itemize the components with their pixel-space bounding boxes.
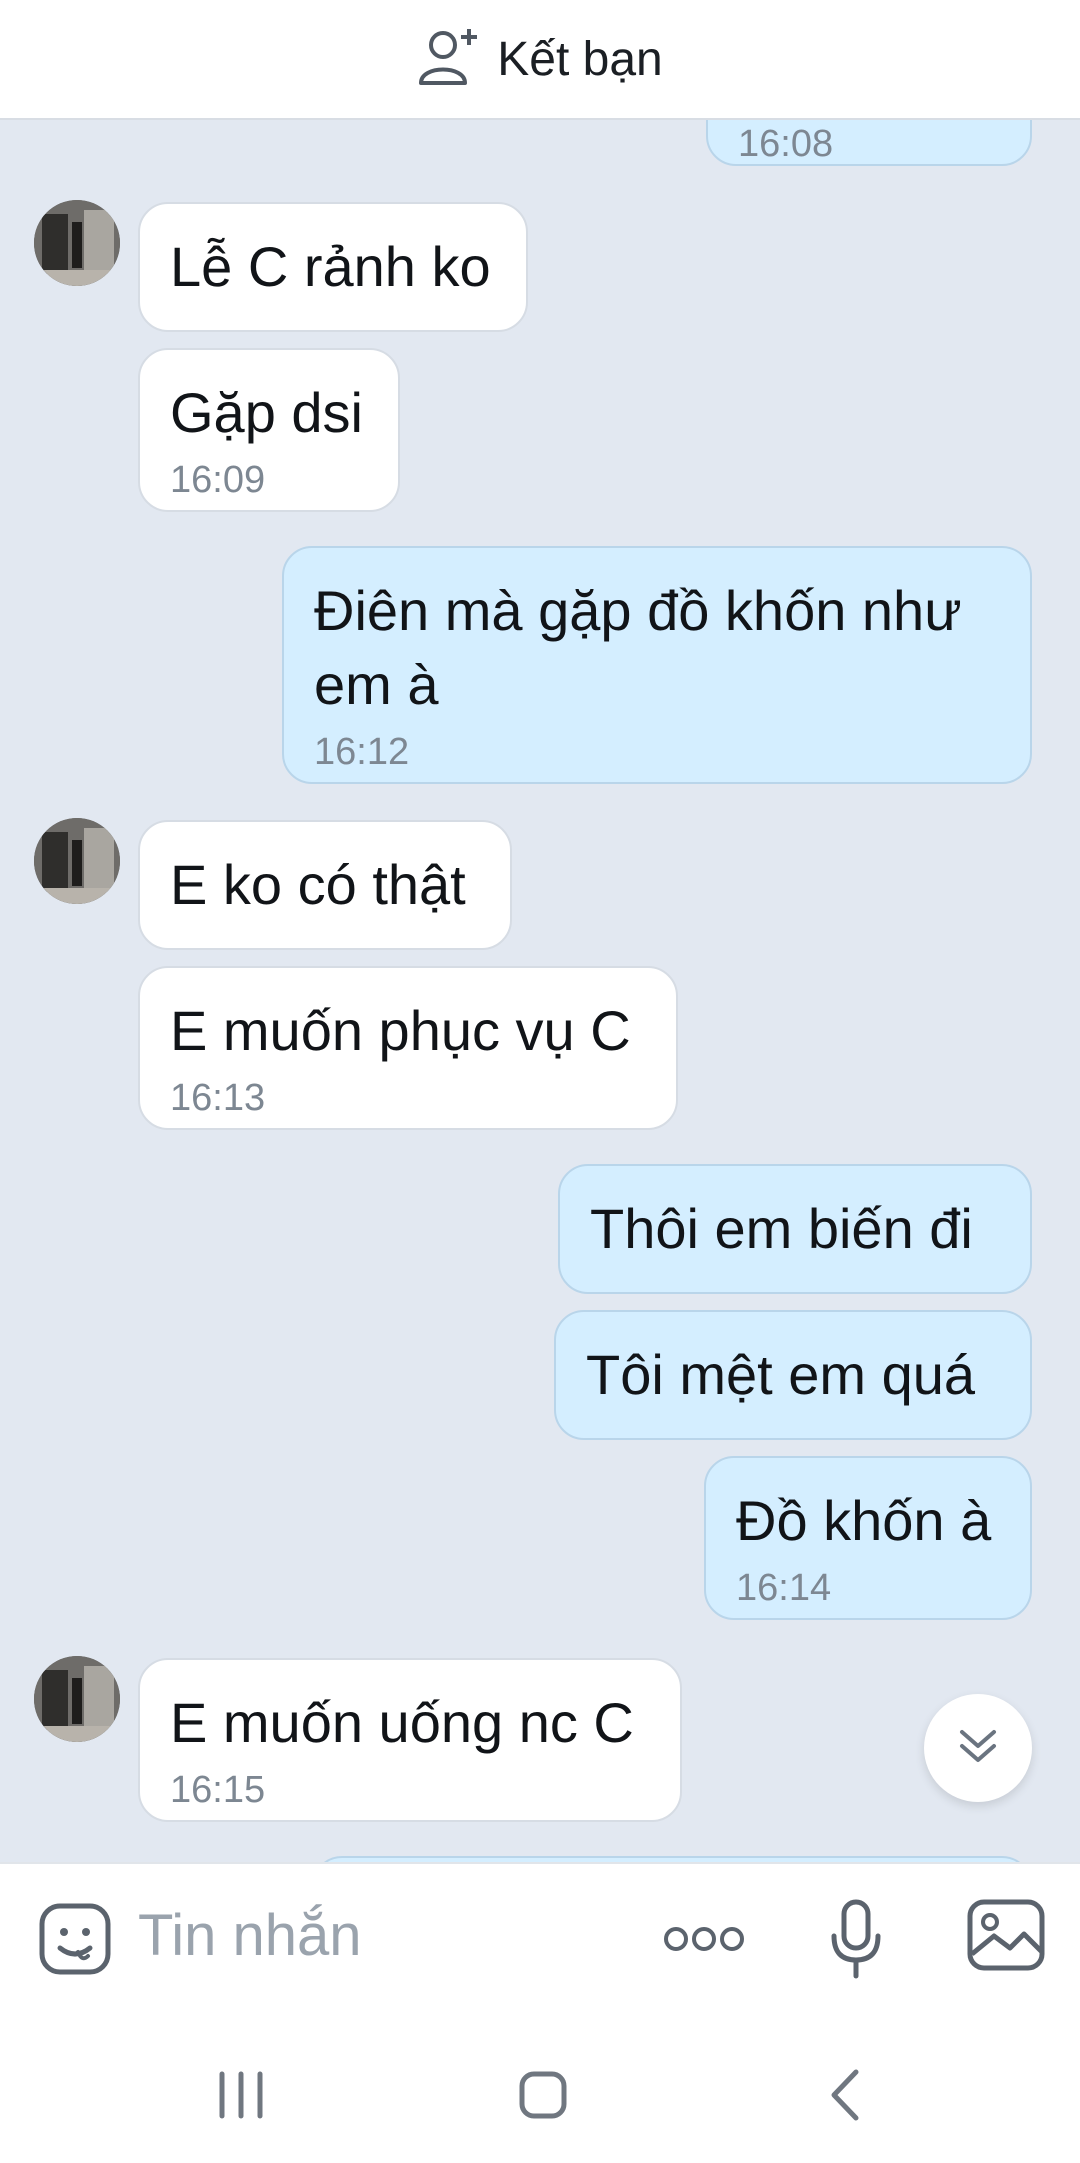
add-friend-icon [417, 25, 481, 94]
message-bubble-outgoing[interactable]: 16:08 [706, 120, 1032, 166]
message-bubble-incoming[interactable]: Gặp dsi 16:09 [138, 348, 400, 512]
message-text: Đồ khốn à [736, 1489, 992, 1552]
message-time: 16:08 [738, 123, 834, 165]
message-time: 16:15 [170, 1769, 266, 1811]
message-bubble-outgoing[interactable]: Tôi mệt em quá [554, 1310, 1032, 1440]
message-list[interactable]: 16:08 Lễ C rảnh ko Gặp dsi 16:09 Điên mà… [0, 120, 1080, 1862]
message-text: E muốn uống nc C [170, 1691, 634, 1754]
microphone-icon[interactable] [828, 1898, 884, 1985]
message-bubble-incoming[interactable]: E muốn uống nc C 16:15 [138, 1658, 682, 1822]
message-time: 16:14 [736, 1567, 832, 1609]
double-chevron-down-icon [956, 1724, 1000, 1773]
more-icon[interactable] [662, 1924, 746, 1959]
add-friend-button[interactable]: Kết bạn [417, 25, 663, 94]
message-bubble-outgoing[interactable]: Đồ khốn à 16:14 [704, 1456, 1032, 1620]
message-text: Gặp dsi [170, 381, 363, 444]
recent-apps-icon[interactable] [216, 2070, 266, 2125]
chat-header: Kết bạn [0, 0, 1080, 120]
message-text: E ko có thật [170, 853, 466, 916]
message-input[interactable]: Tin nhắn [138, 1902, 362, 1969]
system-navigation-bar [0, 2012, 1080, 2163]
add-friend-label: Kết bạn [497, 32, 663, 86]
emoji-icon[interactable] [38, 1902, 112, 1981]
avatar[interactable] [34, 200, 120, 286]
avatar[interactable] [34, 1656, 120, 1742]
message-time: 16:12 [314, 731, 410, 773]
message-time: 16:13 [170, 1077, 266, 1119]
avatar[interactable] [34, 818, 120, 904]
message-bubble-incoming[interactable]: E muốn phục vụ C 16:13 [138, 966, 678, 1130]
message-bubble-outgoing[interactable]: Thôi em biến đi [558, 1164, 1032, 1294]
image-icon[interactable] [966, 1898, 1046, 1979]
message-time: 16:09 [170, 459, 266, 501]
home-icon[interactable] [518, 2070, 568, 2125]
message-composer: Tin nhắn [0, 1862, 1080, 2014]
message-text: Điên mà gặp đồ khốn như em à [314, 579, 962, 716]
message-bubble-outgoing[interactable]: Điên mà gặp đồ khốn như em à 16:12 [282, 546, 1032, 784]
message-text: Thôi em biến đi [590, 1197, 973, 1260]
message-bubble-incoming[interactable]: Lễ C rảnh ko [138, 202, 528, 332]
message-text: E muốn phục vụ C [170, 999, 631, 1062]
message-text: Lễ C rảnh ko [170, 235, 491, 298]
message-bubble-incoming[interactable]: E ko có thật [138, 820, 512, 950]
scroll-to-bottom-button[interactable] [924, 1694, 1032, 1802]
message-text: Tôi mệt em quá [586, 1343, 976, 1406]
back-icon[interactable] [826, 2068, 866, 2127]
